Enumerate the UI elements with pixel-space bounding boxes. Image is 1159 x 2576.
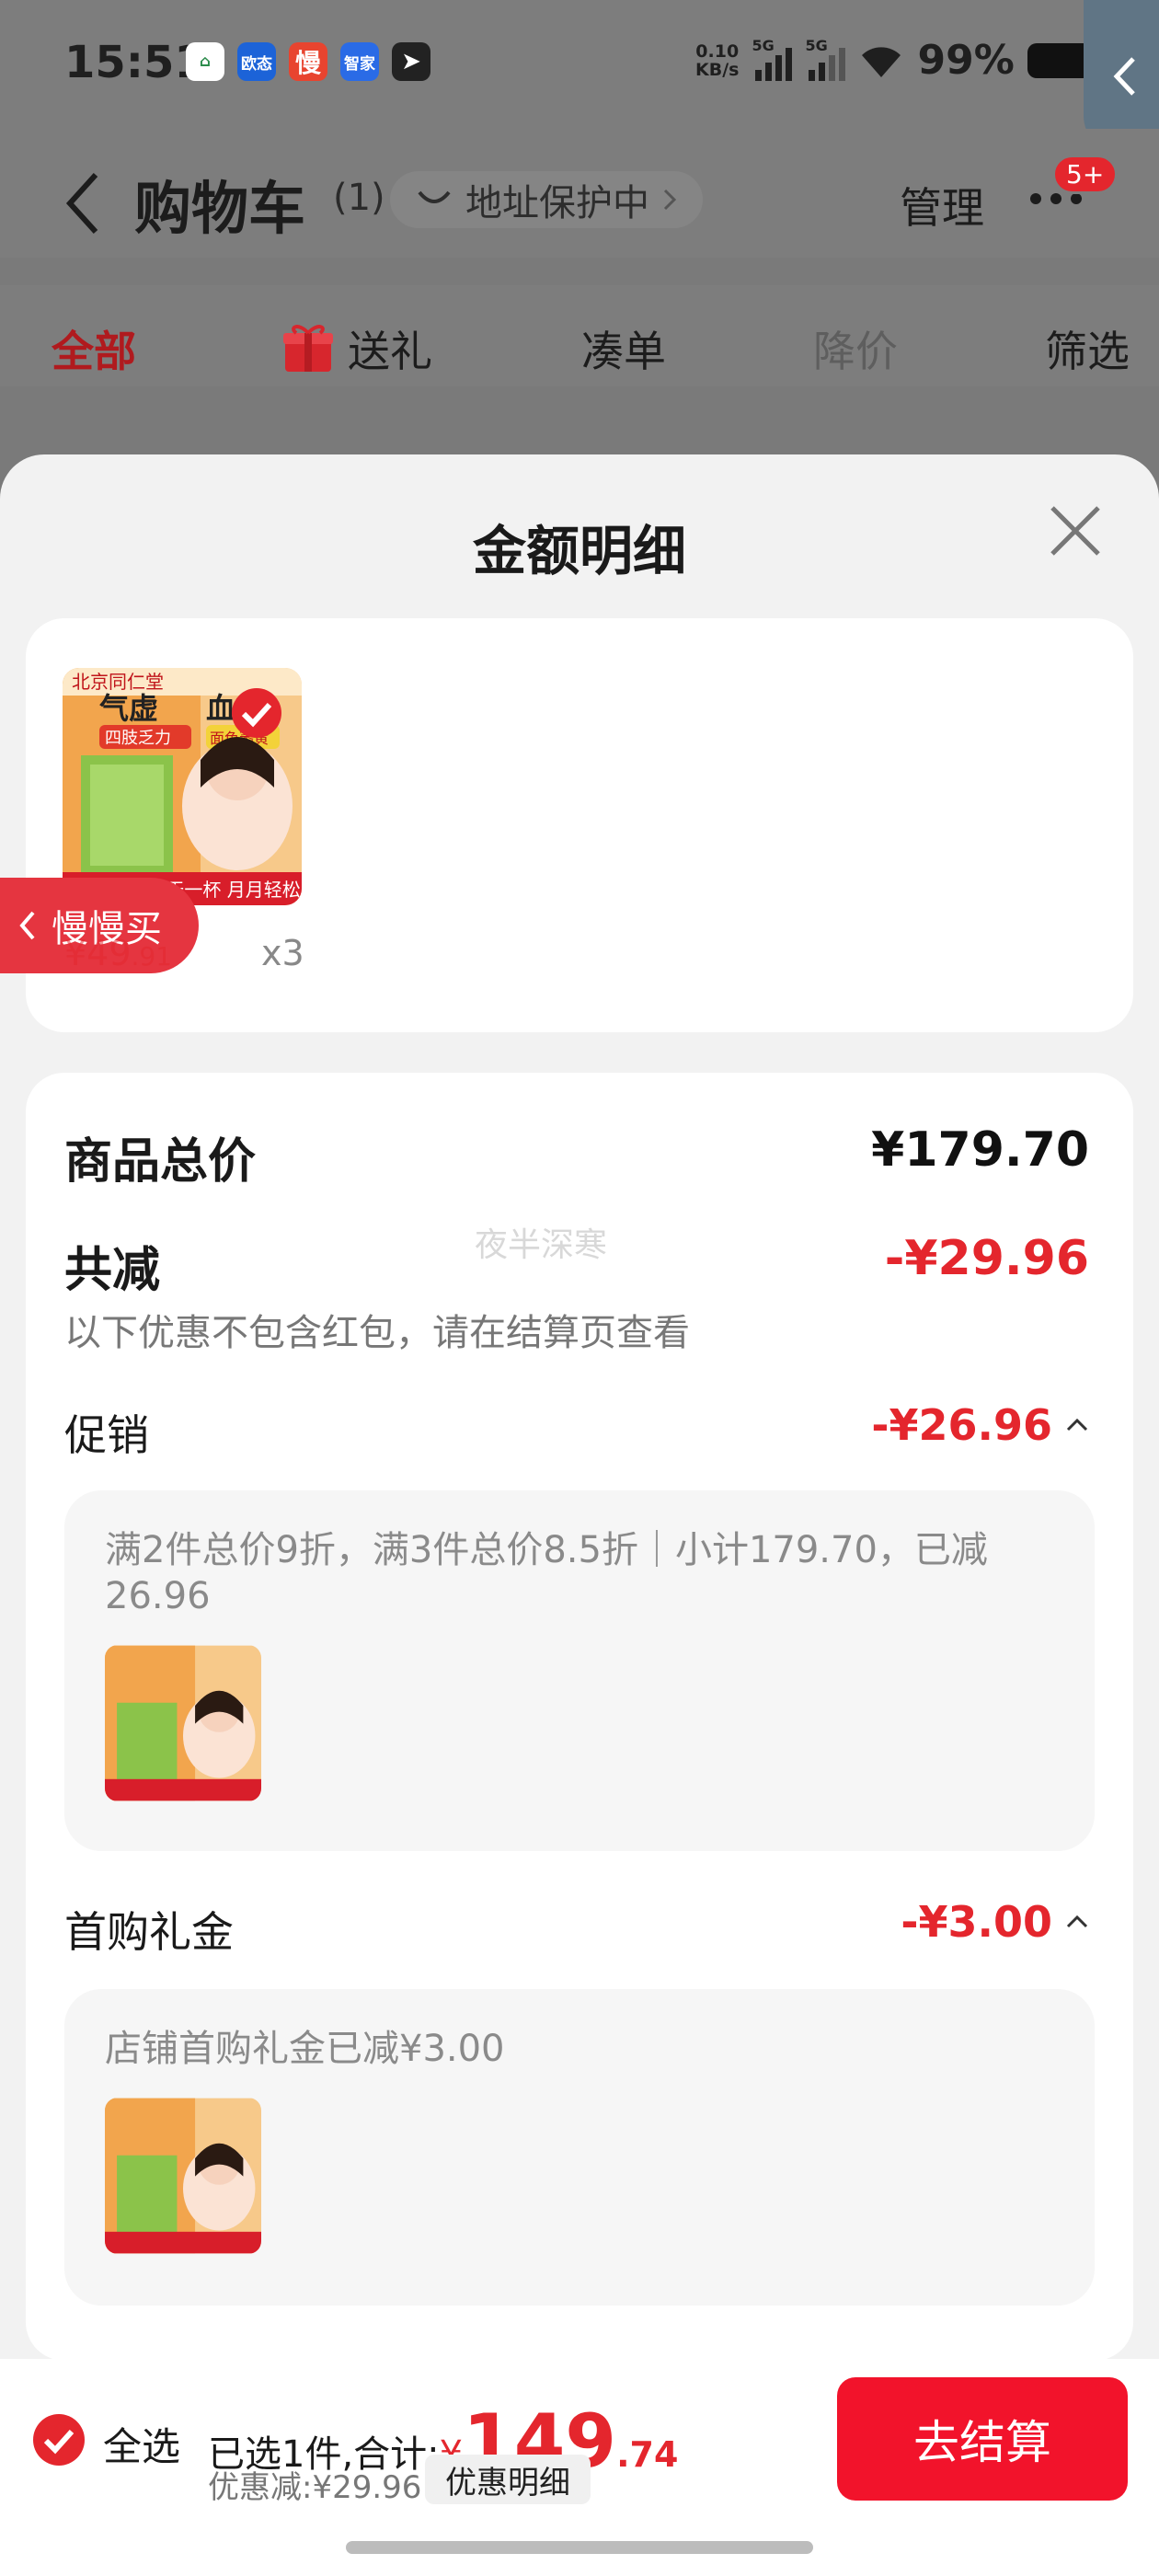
notification-app-icons: ⌂ 欧态 慢 智家 ➤ <box>186 42 430 81</box>
reduce-note: 以下优惠不包含红包，请在结算页查看 <box>64 1312 690 1354</box>
battery-percent: 99% <box>917 37 1015 84</box>
product-price-dec: .91 <box>131 941 173 972</box>
address-protection-chip[interactable]: 地址保护中 <box>390 171 703 228</box>
gift-icon <box>283 325 333 372</box>
product-price: ¥49.91 <box>64 933 172 973</box>
tab-price-drop[interactable]: 降价 <box>813 318 898 379</box>
amount-detail-card: 商品总价 ¥179.70 共减 -¥29.96 以下优惠不包含红包，请在结算页查… <box>26 1073 1133 2361</box>
chevron-left-icon <box>1113 57 1135 96</box>
product-quantity: x3 <box>261 933 304 973</box>
wifi-icon <box>862 46 901 77</box>
amount-detail-sheet: 金额明细 北京同仁堂 气虚 四肢乏力 血虚 面色萎黄 <box>0 454 1159 2576</box>
filter-tabs <box>0 285 1159 386</box>
total-value: ¥179.70 <box>871 1122 1089 1178</box>
page-title: 购物车 <box>134 175 306 242</box>
chevron-up-icon <box>1066 1418 1088 1432</box>
img-text-qixu: 气虚 <box>99 691 158 726</box>
sheet-title: 金额明细 <box>472 520 686 582</box>
back-arrow-icon[interactable] <box>64 171 101 236</box>
manage-button[interactable]: 管理 <box>900 175 984 236</box>
gift-value: -¥3.00 <box>901 1897 1052 1947</box>
selected-check-icon <box>232 688 281 738</box>
product-image[interactable]: 北京同仁堂 气虚 四肢乏力 血虚 面色萎黄 补气益血 每天一杯 月月轻松 <box>63 668 302 905</box>
zhijia-app-icon: 智家 <box>340 42 379 81</box>
product-card: 北京同仁堂 气虚 四肢乏力 血虚 面色萎黄 补气益血 每天一杯 月月轻松 <box>26 618 1133 1032</box>
watermark-text: 夜半深寒 <box>475 1226 608 1264</box>
status-time: 15:51 <box>64 37 205 88</box>
total-label: 商品总价 <box>64 1134 257 1190</box>
close-icon[interactable] <box>1049 504 1102 558</box>
select-all-check-icon[interactable] <box>31 2412 86 2467</box>
total-decimal: .74 <box>616 2434 679 2475</box>
promo-product-thumb <box>105 1645 261 1801</box>
promo-detail-text: 满2件总价9折，满3件总价8.5折｜小计179.70，已减26.96 <box>105 1529 988 1617</box>
tab-filter[interactable]: 筛选 <box>1045 318 1130 379</box>
net-speed-unit: KB/s <box>695 59 740 80</box>
tab-bundle[interactable]: 凑单 <box>581 318 666 379</box>
chevron-left-icon <box>19 911 35 940</box>
promo-toggle[interactable]: -¥26.96 <box>871 1400 1089 1450</box>
smile-icon <box>418 190 451 203</box>
more-menu-icon[interactable] <box>1030 193 1082 204</box>
select-all-label[interactable]: 全选 <box>103 2416 180 2472</box>
gift-detail-text: 店铺首购礼金已减¥3.00 <box>105 2028 505 2070</box>
cart-count: (1) <box>333 177 385 219</box>
promo-detail-box: 满2件总价9折，满3件总价8.5折｜小计179.70，已减26.96 <box>64 1490 1095 1851</box>
system-icons: 0.10 KB/s 5G 5G 99% <box>695 37 1092 84</box>
signal-icon-2: 5G <box>805 36 846 81</box>
home-app-icon: ⌂ <box>186 42 224 81</box>
signal-icon: 5G <box>752 36 793 81</box>
img-text-tag: 四肢乏力 <box>105 729 171 748</box>
promo-label: 促销 <box>64 1410 149 1460</box>
message-badge: 5+ <box>1052 155 1119 194</box>
telegram-app-icon: ➤ <box>392 42 430 81</box>
reduce-value: -¥29.96 <box>884 1231 1089 1286</box>
checkout-button[interactable]: 去结算 <box>837 2377 1128 2501</box>
chevron-right-icon <box>663 189 677 211</box>
man-app-icon: 慢 <box>289 42 327 81</box>
gift-label: 首购礼金 <box>64 1907 234 1957</box>
promo-value: -¥26.96 <box>871 1400 1052 1450</box>
discount-detail-button[interactable]: 优惠明细 <box>425 2455 591 2504</box>
discount-text: 优惠减:¥29.96 <box>208 2469 422 2506</box>
sim1-label: 5G <box>752 36 775 54</box>
gift-toggle[interactable]: -¥3.00 <box>901 1897 1089 1947</box>
battery-icon <box>1027 42 1092 78</box>
gift-detail-box: 店铺首购礼金已减¥3.00 <box>64 1989 1095 2306</box>
shopping-cart-screen: 15:51 ⌂ 欧态 慢 智家 ➤ 0.10 KB/s 5G 5G 99% 购物… <box>0 0 1159 2576</box>
tab-all[interactable]: 全部 <box>52 318 136 379</box>
ouchi-app-icon: 欧态 <box>237 42 276 81</box>
sim2-label: 5G <box>805 36 828 54</box>
product-price-int: ¥49 <box>64 933 132 973</box>
chevron-up-icon <box>1066 1915 1088 1928</box>
net-speed: 0.10 KB/s <box>695 42 739 79</box>
brand-text: 北京同仁堂 <box>72 671 164 693</box>
status-bar: 15:51 ⌂ 欧态 慢 智家 ➤ 0.10 KB/s 5G 5G 99% <box>0 0 1159 129</box>
address-protection-label: 地址保护中 <box>465 182 649 224</box>
net-speed-value: 0.10 <box>695 40 740 62</box>
gift-product-thumb <box>105 2098 261 2254</box>
tab-gift[interactable]: 送礼 <box>348 318 432 379</box>
home-indicator[interactable] <box>346 2541 813 2554</box>
reduce-label: 共减 <box>64 1243 161 1298</box>
